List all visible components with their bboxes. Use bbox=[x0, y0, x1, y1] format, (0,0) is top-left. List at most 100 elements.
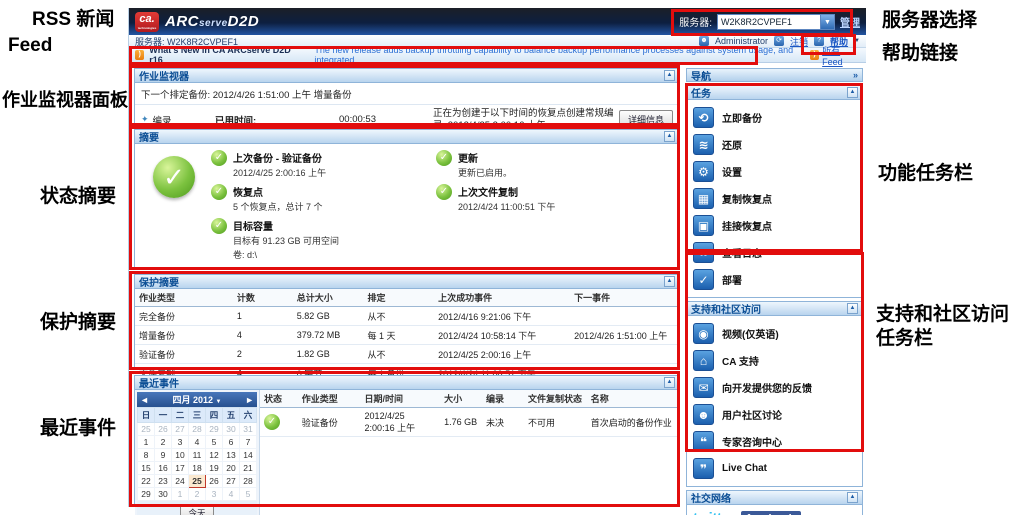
support-icon-5: ❞ bbox=[693, 458, 714, 479]
collapse-icon[interactable]: ▲ bbox=[664, 131, 675, 142]
calendar-day[interactable]: 18 bbox=[188, 461, 206, 475]
support-item[interactable]: ✉ 向开发提供您的反馈 bbox=[693, 374, 856, 401]
navigation-title: 导航 bbox=[691, 71, 711, 83]
task-item[interactable]: ▦ 复制恢复点 bbox=[693, 185, 856, 212]
calendar-day[interactable]: 6 bbox=[222, 435, 240, 449]
today-button[interactable]: 今天 bbox=[180, 505, 214, 515]
support-item[interactable]: ❞ Live Chat bbox=[693, 455, 856, 482]
calendar-day[interactable]: 1 bbox=[137, 435, 155, 449]
table-row[interactable]: 增量备份 4 379.72 MB 每 1 天 2012/4/24 10:58:14 下午… bbox=[135, 325, 679, 345]
calendar-day[interactable]: 10 bbox=[171, 448, 189, 462]
calendar-day[interactable]: 11 bbox=[188, 448, 206, 462]
task-item[interactable]: ⟲ 立即备份 bbox=[693, 104, 856, 131]
table-cell: 1 bbox=[232, 306, 293, 326]
support-item[interactable]: ❝ 专家咨询中心 bbox=[693, 428, 856, 455]
calendar-day[interactable]: 21 bbox=[239, 461, 257, 475]
calendar-day[interactable]: 2 bbox=[154, 435, 172, 449]
calendar-day[interactable]: 14 bbox=[239, 448, 257, 462]
calendar-day[interactable]: 20 bbox=[222, 461, 240, 475]
column-header: 大小 bbox=[440, 390, 483, 408]
calendar-day[interactable]: 4 bbox=[188, 435, 206, 449]
table-cell: 从不 bbox=[363, 306, 435, 326]
collapse-icon[interactable]: ▲ bbox=[847, 87, 858, 98]
calendar-day[interactable]: 5 bbox=[239, 487, 257, 501]
collapse-icon[interactable]: ▲ bbox=[664, 70, 675, 81]
calendar-day[interactable]: 12 bbox=[205, 448, 223, 462]
task-item[interactable]: ✓ 部署 bbox=[693, 266, 856, 293]
recent-events-table: 状态 作业类型 日期/时间 大小 编录 文件复制状态 名称 ✓ 验证备份 2012/4/25 2:… bbox=[260, 390, 679, 437]
calendar-prev-icon[interactable]: ◄ bbox=[140, 395, 149, 405]
support-item[interactable]: ◉ 视频(仅英语) bbox=[693, 320, 856, 347]
calendar-day[interactable]: 26 bbox=[205, 474, 223, 488]
support-item[interactable]: ⌂ CA 支持 bbox=[693, 347, 856, 374]
calendar-day[interactable]: 29 bbox=[137, 487, 155, 501]
collapse-icon[interactable]: ▲ bbox=[664, 276, 675, 287]
protection-summary-panel: 保护摘要 ▲ 作业类型 计数 总计大小 排定 上次成功事件 下一事件 完全备份 1 5.82 G… bbox=[134, 274, 680, 402]
facebook-logo[interactable]: facebook bbox=[740, 510, 801, 515]
task-icon-3: ▦ bbox=[693, 188, 714, 209]
calendar-day[interactable]: 31 bbox=[239, 422, 257, 436]
calendar-day[interactable]: 2 bbox=[188, 487, 206, 501]
calendar-day[interactable]: 29 bbox=[205, 422, 223, 436]
calendar-day[interactable]: 30 bbox=[222, 422, 240, 436]
task-item[interactable]: ∞ 查看日志 bbox=[693, 239, 856, 266]
calendar-day[interactable]: 17 bbox=[171, 461, 189, 475]
calendar-day[interactable]: 19 bbox=[205, 461, 223, 475]
rss-news-title[interactable]: What's New in CA ARCserve D2D r16 bbox=[149, 45, 295, 65]
summary-item-title: 上次文件复制 bbox=[458, 188, 518, 199]
calendar-day[interactable]: 16 bbox=[154, 461, 172, 475]
twitter-logo[interactable]: twitter bbox=[693, 510, 735, 515]
calendar-day[interactable]: 24 bbox=[171, 474, 189, 488]
calendar-day[interactable]: 25 bbox=[188, 474, 206, 488]
calendar-day[interactable]: 5 bbox=[205, 435, 223, 449]
support-label: 向开发提供您的反馈 bbox=[722, 384, 812, 395]
table-row[interactable]: 验证备份 2 1.82 GB 从不 2012/4/25 2:00:16 上午 bbox=[135, 344, 679, 364]
task-label: 挂接恢复点 bbox=[722, 222, 772, 233]
job-monitor-title: 作业监视器 bbox=[139, 72, 189, 83]
table-header-row: 状态 作业类型 日期/时间 大小 编录 文件复制状态 名称 bbox=[260, 390, 679, 408]
collapse-icon[interactable]: ▲ bbox=[847, 492, 858, 503]
calendar-day[interactable]: 25 bbox=[137, 422, 155, 436]
collapse-icon[interactable]: ▲ bbox=[847, 303, 858, 314]
support-label: 用户社区讨论 bbox=[722, 411, 782, 422]
support-label: Live Chat bbox=[722, 463, 768, 474]
calendar-day[interactable]: 28 bbox=[239, 474, 257, 488]
task-item[interactable]: ≋ 还原 bbox=[693, 131, 856, 158]
table-cell: 2012/4/25 2:00:16 上午 bbox=[360, 407, 441, 437]
calendar-day[interactable]: 22 bbox=[137, 474, 155, 488]
support-item[interactable]: ☻ 用户社区讨论 bbox=[693, 401, 856, 428]
column-header: 日期/时间 bbox=[360, 390, 441, 408]
table-row[interactable]: ✓ 验证备份 2012/4/25 2:00:16 上午 1.76 GB 未决 不可用 首次启… bbox=[260, 407, 679, 437]
rss-news-description[interactable]: The new release adds backup throttling c… bbox=[314, 45, 805, 65]
calendar-month[interactable]: 四月 2012 ▼ bbox=[149, 393, 245, 406]
manage-link[interactable]: 管理 bbox=[840, 14, 860, 29]
calendar-day[interactable]: 15 bbox=[137, 461, 155, 475]
table-cell: 5.82 GB bbox=[292, 306, 364, 326]
expand-icon[interactable]: » bbox=[853, 70, 858, 80]
all-feeds-link[interactable]: 所有 Feed bbox=[822, 44, 860, 67]
table-row[interactable]: 完全备份 1 5.82 GB 从不 2012/4/16 9:21:06 下午 bbox=[135, 306, 679, 326]
calendar-next-icon[interactable]: ► bbox=[245, 395, 254, 405]
summary-item: ✓ 更新 更新已启用。 bbox=[436, 150, 555, 179]
support-icon-2: ✉ bbox=[693, 377, 714, 398]
calendar-day[interactable]: 7 bbox=[239, 435, 257, 449]
collapse-icon[interactable]: ▲ bbox=[664, 377, 675, 388]
calendar-day[interactable]: 27 bbox=[222, 474, 240, 488]
calendar-day[interactable]: 27 bbox=[171, 422, 189, 436]
task-item[interactable]: ⚙ 设置 bbox=[693, 158, 856, 185]
calendar-day[interactable]: 3 bbox=[171, 435, 189, 449]
calendar-day[interactable]: 26 bbox=[154, 422, 172, 436]
calendar-day[interactable]: 30 bbox=[154, 487, 172, 501]
calendar-day[interactable]: 1 bbox=[171, 487, 189, 501]
server-select[interactable]: W2K8R2CVPEF1 ▼ bbox=[717, 13, 835, 30]
task-item[interactable]: ▣ 挂接恢复点 bbox=[693, 212, 856, 239]
chevron-down-icon[interactable]: ▼ bbox=[820, 14, 834, 29]
calendar-day[interactable]: 9 bbox=[154, 448, 172, 462]
calendar-day[interactable]: 3 bbox=[205, 487, 223, 501]
calendar-day[interactable]: 28 bbox=[188, 422, 206, 436]
calendar-day[interactable]: 23 bbox=[154, 474, 172, 488]
calendar-day[interactable]: 13 bbox=[222, 448, 240, 462]
calendar-day[interactable]: 8 bbox=[137, 448, 155, 462]
details-button[interactable]: 详细信息 bbox=[618, 110, 673, 130]
calendar-day[interactable]: 4 bbox=[222, 487, 240, 501]
